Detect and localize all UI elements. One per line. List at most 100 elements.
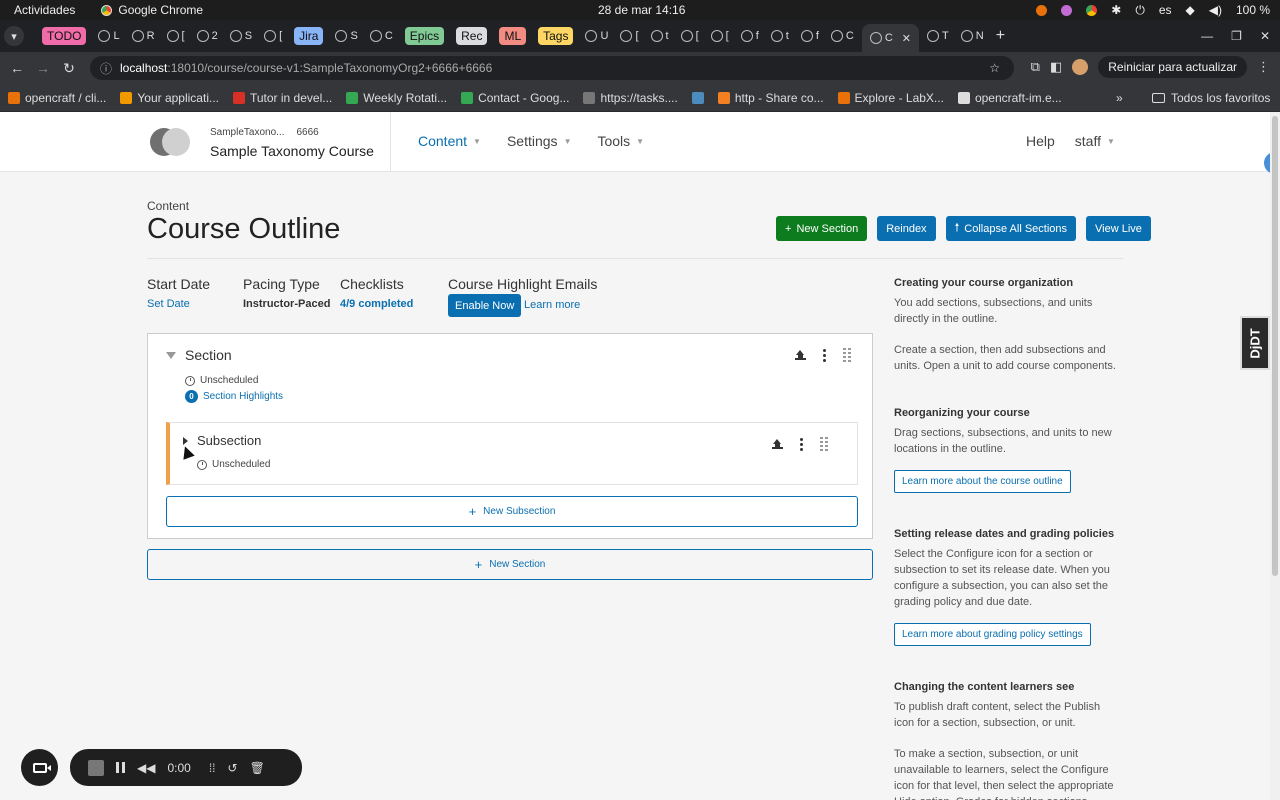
side-panel-icon[interactable]: ◧ — [1050, 59, 1062, 75]
tab-search-icon[interactable]: ▾ — [4, 26, 24, 46]
reload-icon[interactable]: ↻ — [56, 60, 82, 77]
bookmark-item[interactable]: Your applicati... — [120, 91, 219, 105]
chrome-menu-icon[interactable]: ⋮ — [1257, 59, 1270, 75]
browser-tab[interactable]: Rec — [452, 25, 491, 47]
browser-tab[interactable]: S — [331, 25, 361, 47]
close-tab-icon[interactable]: ✕ — [902, 32, 911, 45]
chrome-tray-icon[interactable] — [1086, 4, 1098, 16]
section-title[interactable]: Section — [185, 347, 232, 363]
enable-now-button[interactable]: Enable Now — [448, 294, 522, 317]
update-button[interactable]: Reiniciar para actualizar — [1098, 56, 1247, 78]
section-highlights-link[interactable]: 0 Section Highlights — [185, 390, 283, 403]
wifi-icon[interactable]: ◆ — [1186, 3, 1195, 17]
reindex-button[interactable]: Reindex — [877, 216, 936, 241]
studio-logo[interactable] — [150, 128, 190, 156]
battery-indicator[interactable]: 100 % — [1236, 3, 1270, 17]
power-icon[interactable]: ⏻ — [1135, 3, 1145, 18]
browser-tab[interactable]: N — [957, 25, 988, 47]
bookmark-item[interactable]: opencraft-im.e... — [957, 91, 1062, 105]
close-window-icon[interactable]: ✕ — [1260, 29, 1270, 43]
user-menu[interactable]: staff ▼ — [1075, 133, 1115, 149]
browser-tab[interactable]: TODO — [38, 25, 90, 47]
tab-active[interactable]: C ✕ — [861, 24, 919, 52]
bookmark-item[interactable]: Weekly Rotati... — [346, 91, 447, 105]
drag-handle-icon[interactable] — [843, 348, 851, 362]
browser-tab[interactable]: L — [94, 25, 123, 47]
all-bookmarks-folder[interactable]: Todos los favoritos — [1152, 91, 1270, 105]
bookmark-item[interactable]: Explore - LabX... — [837, 91, 944, 105]
browser-tab[interactable]: ML — [495, 25, 530, 47]
system-tray[interactable]: ✱ ⏻ es ◆ ◀) 100 % — [1036, 3, 1270, 18]
tray-app-icon[interactable] — [1036, 4, 1048, 16]
app-menu[interactable]: Google Chrome — [101, 3, 203, 17]
trash-icon[interactable]: 🗑 — [250, 761, 265, 775]
profile-avatar[interactable] — [1072, 59, 1089, 75]
publish-icon[interactable] — [772, 439, 783, 449]
browser-tab[interactable]: [ — [677, 25, 703, 47]
nav-content[interactable]: Content ▼ — [418, 133, 481, 149]
browser-tab[interactable]: [ — [616, 25, 642, 47]
subsection-title[interactable]: Subsection — [197, 433, 261, 448]
bookmark-item[interactable]: https://tasks.... — [583, 91, 678, 105]
new-tab-icon[interactable]: + — [996, 27, 1005, 45]
view-live-button[interactable]: View Live — [1086, 216, 1151, 241]
browser-tab[interactable]: C — [366, 25, 397, 47]
collapse-caret-icon[interactable] — [166, 352, 176, 359]
course-name[interactable]: Sample Taxonomy Course — [210, 143, 374, 159]
bookmark-item[interactable]: Contact - Goog... — [461, 91, 569, 105]
set-date-link[interactable]: Set Date — [147, 298, 210, 310]
publish-icon[interactable] — [795, 350, 806, 360]
new-subsection-button[interactable]: + New Subsection — [166, 496, 858, 527]
stop-icon[interactable] — [88, 759, 104, 776]
nav-settings[interactable]: Settings ▼ — [507, 133, 572, 149]
forward-icon[interactable]: → — [30, 60, 56, 76]
clock[interactable]: 28 de mar 14:16 — [598, 3, 685, 17]
bookmark-item[interactable]: http - Share co... — [717, 91, 824, 105]
pause-icon[interactable] — [116, 762, 125, 773]
browser-tab[interactable]: [ — [163, 25, 189, 47]
language-indicator[interactable]: es — [1159, 3, 1172, 17]
browser-tab[interactable]: f — [737, 25, 763, 47]
browser-tab[interactable]: t — [647, 25, 673, 47]
browser-tab[interactable]: [ — [260, 25, 286, 47]
bookmarks-overflow-icon[interactable]: » — [1116, 91, 1123, 105]
collapse-all-button[interactable]: 🠕 Collapse All Sections — [945, 216, 1077, 241]
browser-tab[interactable]: R — [128, 25, 159, 47]
scrollbar-thumb[interactable] — [1272, 116, 1278, 576]
browser-tab[interactable]: [ — [707, 25, 733, 47]
screen-recorder-camera[interactable] — [21, 749, 58, 786]
browser-tab[interactable]: Tags — [534, 25, 577, 47]
site-info-icon[interactable]: ⓘ — [100, 60, 112, 77]
browser-tab[interactable]: S — [226, 25, 256, 47]
address-bar[interactable]: ⓘ localhost:18010/course/course-v1:Sampl… — [90, 56, 1014, 80]
browser-tab[interactable]: U — [581, 25, 612, 47]
expand-caret-icon[interactable] — [183, 437, 188, 445]
more-options-icon[interactable] — [823, 348, 826, 362]
more-options-icon[interactable] — [800, 437, 803, 451]
tray-app-icon[interactable] — [1061, 4, 1073, 16]
checklists-link[interactable]: 4/9 completed — [340, 298, 413, 310]
new-section-bottom-button[interactable]: + New Section — [147, 549, 873, 580]
drag-handle-icon[interactable] — [820, 437, 828, 451]
maximize-icon[interactable]: ❐ — [1231, 29, 1242, 43]
bookmark-item[interactable]: opencraft / cli... — [8, 91, 106, 105]
django-debug-toolbar-handle[interactable]: DjDT — [1240, 316, 1270, 370]
browser-tab[interactable]: f — [797, 25, 823, 47]
browser-tab[interactable]: T — [923, 25, 953, 47]
browser-tab[interactable]: t — [767, 25, 793, 47]
learn-more-link[interactable]: Learn more — [524, 299, 580, 311]
page-scrollbar[interactable] — [1270, 112, 1280, 800]
browser-tab[interactable]: Epics — [401, 25, 448, 47]
new-section-button[interactable]: + New Section — [776, 216, 868, 241]
browser-tab[interactable]: Jira — [290, 25, 327, 47]
slack-icon[interactable]: ✱ — [1111, 3, 1121, 17]
restart-icon[interactable]: ↺ — [228, 761, 238, 775]
volume-icon[interactable]: ◀) — [1209, 3, 1222, 17]
bookmark-star-icon[interactable]: ☆ — [989, 61, 1000, 75]
rewind-icon[interactable]: ◀◀ — [137, 761, 155, 775]
browser-tab[interactable]: 2 — [193, 25, 222, 47]
bookmark-item[interactable]: Tutor in devel... — [232, 91, 332, 105]
minimize-icon[interactable]: — — [1201, 29, 1213, 43]
learn-outline-button[interactable]: Learn more about the course outline — [894, 470, 1071, 493]
extensions-icon[interactable]: ⧉ — [1031, 59, 1040, 75]
